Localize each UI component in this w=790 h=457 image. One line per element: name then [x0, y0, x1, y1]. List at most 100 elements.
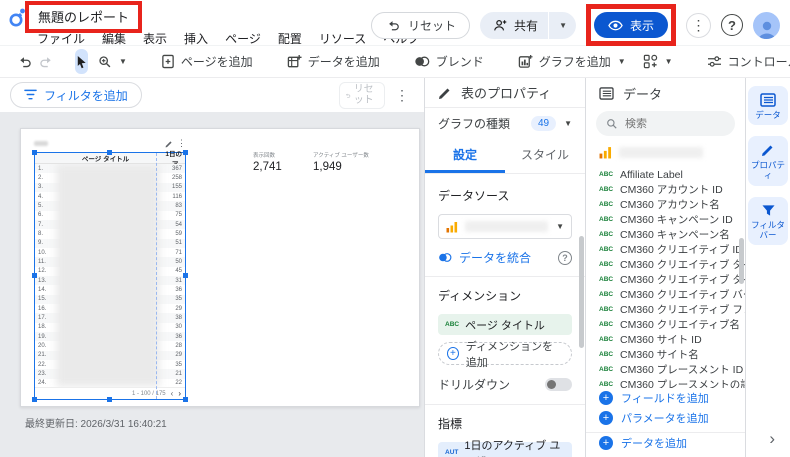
field-item[interactable]: ABC CM360 サイト ID: [586, 332, 745, 347]
menu-item[interactable]: ページ: [225, 30, 261, 47]
view-button[interactable]: 表示: [593, 12, 668, 38]
chart-type-selector[interactable]: グラフの種類 49 ▼: [425, 108, 585, 138]
field-item[interactable]: ABC CM360 キャンペーン ID: [586, 212, 745, 227]
drilldown-toggle[interactable]: [545, 378, 572, 391]
table-chart[interactable]: ページ タイトル 1日のア.. 1. 367: [32, 150, 188, 402]
tab-style[interactable]: スタイル: [505, 138, 585, 173]
field-item[interactable]: ABC CM360 クリエイティブ ID: [586, 242, 745, 257]
filter-bar-more-button[interactable]: ⋮: [390, 87, 414, 104]
properties-panel-title: 表のプロパティ: [461, 86, 552, 101]
add-field-button[interactable]: + フィールドを追加: [586, 388, 745, 408]
rail-properties-button[interactable]: プロパティ: [748, 136, 788, 186]
field-type-abc-icon: ABC: [599, 321, 614, 328]
field-item[interactable]: ABC CM360 クリエイティブ フォーマッ...: [586, 302, 745, 317]
rail-data-button[interactable]: データ: [748, 86, 788, 126]
share-button-main[interactable]: 共有: [480, 12, 548, 39]
blend-button[interactable]: ブレンド: [407, 49, 491, 75]
selection-handle[interactable]: [32, 397, 37, 402]
field-item[interactable]: ABC CM360 クリエイティブ タイプ ID: [586, 272, 745, 287]
share-dropdown-arrow[interactable]: ▼: [548, 11, 576, 39]
menu-item[interactable]: リソース: [319, 30, 366, 47]
more-options-button[interactable]: ⋮: [686, 12, 711, 38]
field-item[interactable]: ABC CM360 クリエイティブ タイプ: [586, 257, 745, 272]
section-data-source: データソース: [438, 189, 510, 203]
search-input[interactable]: [625, 117, 725, 130]
scorecard-active-users[interactable]: アクティブ ユーザー数 1,949: [313, 151, 383, 173]
field-item[interactable]: ABC Affiliate Label: [586, 167, 745, 182]
field-item[interactable]: ABC CM360 プレースメント ID: [586, 362, 745, 377]
selection-handle[interactable]: [183, 397, 188, 402]
magnifier-icon: [99, 55, 111, 67]
previous-page-icon[interactable]: ‹: [171, 389, 174, 398]
data-add-icon: [287, 54, 302, 68]
selection-handle[interactable]: [183, 150, 188, 155]
selection-handle[interactable]: [107, 150, 112, 155]
field-type-abc-icon: ABC: [599, 306, 614, 313]
report-page[interactable]: ⋮ ページ タイトル 1日の 1. 367 2. 258 3. 155 4. 1…: [20, 128, 420, 407]
menu-item[interactable]: 表示: [143, 30, 167, 47]
field-type-abc-icon: ABC: [599, 231, 614, 238]
properties-panel-header: 表のプロパティ: [425, 78, 585, 108]
question-icon: ?: [728, 17, 736, 33]
redo-button[interactable]: [37, 53, 55, 71]
undo-button[interactable]: [16, 53, 34, 71]
select-tool-button[interactable]: [75, 49, 88, 74]
field-type-abc-icon: ABC: [599, 291, 614, 298]
table-column-dimension: ページ タイトル: [81, 156, 130, 163]
field-item[interactable]: ABC CM360 サイト名: [586, 347, 745, 362]
add-filter-button[interactable]: フィルタを追加: [10, 82, 142, 108]
field-type-abc-icon: ABC: [599, 201, 614, 208]
help-icon[interactable]: ?: [558, 250, 572, 265]
filter-reset-button[interactable]: リセット: [339, 81, 385, 109]
tab-setup[interactable]: 設定: [425, 138, 505, 173]
add-page-button[interactable]: ページを追加: [154, 49, 260, 75]
help-button[interactable]: ?: [721, 14, 743, 36]
menu-item[interactable]: 配置: [278, 30, 302, 47]
menu-item[interactable]: 挿入: [184, 30, 208, 47]
add-dimension-button[interactable]: + ディメンションを追加: [438, 341, 572, 369]
add-control-button[interactable]: コントロールを追加 ▼: [700, 49, 790, 75]
add-chart-button[interactable]: グラフを追加 ▼: [511, 49, 633, 75]
selection-handle[interactable]: [32, 150, 37, 155]
selection-handle[interactable]: [32, 273, 37, 278]
field-item[interactable]: ABC CM360 プレースメントの課金形態: [586, 377, 745, 388]
add-parameter-button[interactable]: + パラメータを追加: [586, 408, 745, 428]
selection-handle[interactable]: [183, 273, 188, 278]
share-button: 共有 ▼: [480, 11, 576, 39]
scrollbar-thumb[interactable]: [739, 238, 744, 284]
person-add-icon: [493, 19, 507, 32]
user-avatar[interactable]: [753, 11, 780, 39]
field-item[interactable]: ABC CM360 クリエイティブ バージョン: [586, 287, 745, 302]
community-visualizations-button[interactable]: ▼: [636, 49, 680, 75]
pencil-icon[interactable]: [165, 140, 173, 148]
field-item[interactable]: ABC CM360 アカウント名: [586, 197, 745, 212]
field-item[interactable]: ABC CM360 アカウント ID: [586, 182, 745, 197]
reset-button[interactable]: リセット: [371, 11, 471, 39]
report-title[interactable]: 無題のレポート: [38, 10, 129, 25]
chevron-down-icon: ▼: [664, 57, 673, 66]
field-item[interactable]: ABC CM360 クリエイティブ名: [586, 317, 745, 332]
filter-bar-right: リセット ⋮: [339, 81, 414, 109]
zoom-tool-button[interactable]: ▼: [91, 49, 134, 75]
next-page-icon[interactable]: ›: [178, 389, 181, 398]
chevron-down-icon: ▼: [559, 20, 567, 30]
dimension-chip[interactable]: ABC ページ タイトル: [438, 314, 572, 335]
list-icon: [760, 93, 776, 107]
metric-chip[interactable]: AUT 1日のアクティブ ユーザー: [438, 440, 572, 457]
selection-handle[interactable]: [107, 397, 112, 402]
data-source-row[interactable]: [586, 142, 745, 167]
field-item[interactable]: ABC CM360 キャンペーン名: [586, 227, 745, 242]
properties-content: データソース ▼ データを統合 ? ディメンション ABC ページ タイトル +…: [425, 174, 585, 457]
add-data-button[interactable]: + データを追加: [586, 436, 745, 457]
blend-data-link[interactable]: データを統合 ?: [438, 249, 572, 266]
topbar: 無題のレポート ファイル 編集 表示 挿入 ページ 配置 リソース ヘルプ リセット 共有 ▼: [0, 0, 790, 46]
expand-chevron-icon[interactable]: ›: [769, 429, 775, 449]
add-data-button[interactable]: データを追加: [280, 49, 387, 75]
rail-filter-bar-button[interactable]: フィルタバー: [748, 196, 788, 245]
scrollbar-thumb[interactable]: [579, 236, 584, 348]
search-box[interactable]: [596, 111, 735, 136]
analytics-icon: [599, 147, 612, 159]
data-source-select[interactable]: ▼: [438, 214, 572, 239]
looker-studio-app: 無題のレポート ファイル 編集 表示 挿入 ページ 配置 リソース ヘルプ リセット 共有 ▼: [0, 0, 790, 457]
report-canvas[interactable]: ⋮ ページ タイトル 1日の 1. 367 2. 258 3. 155 4. 1…: [0, 112, 424, 457]
